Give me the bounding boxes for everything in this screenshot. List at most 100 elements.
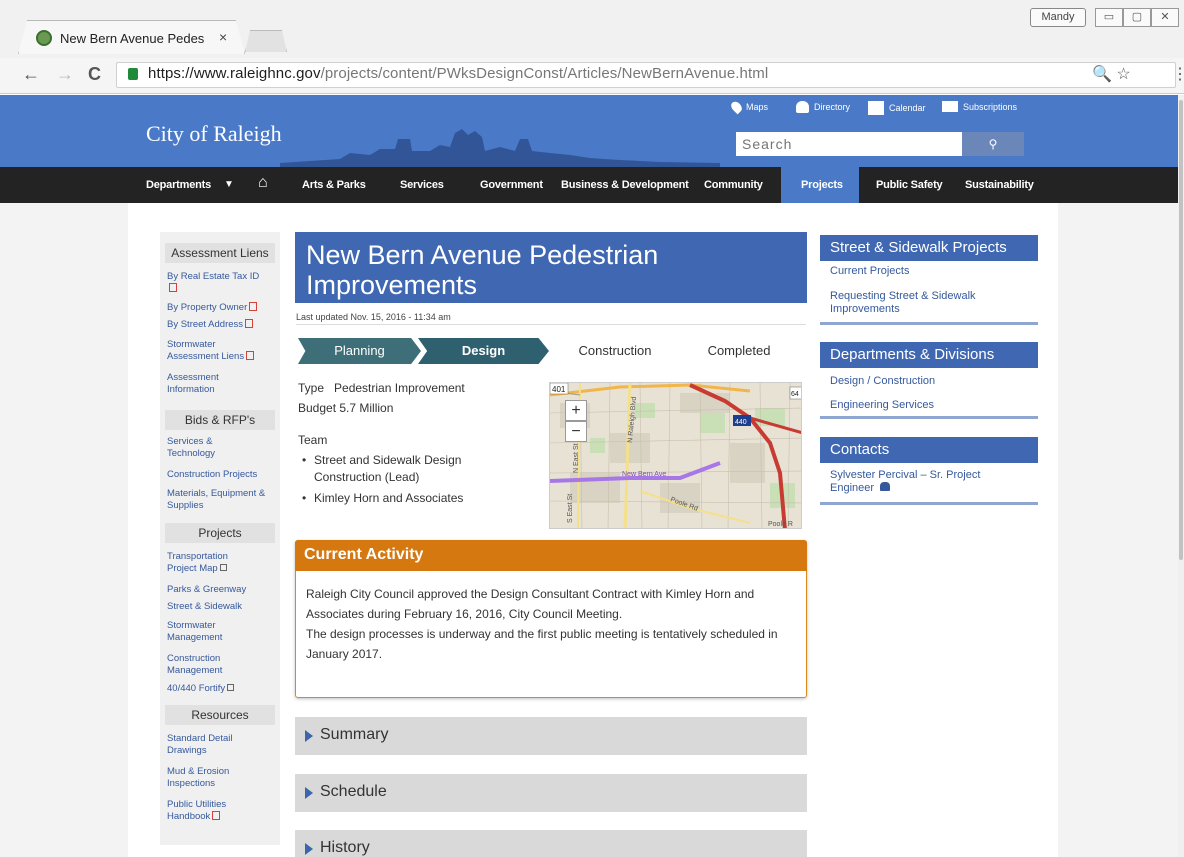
nav-public-safety[interactable]: Public Safety [876,179,943,191]
person-icon [880,482,891,491]
map-label: N East St [573,443,580,473]
maps-link[interactable]: Maps [729,99,768,115]
sidebar-link-utilities-handbook[interactable]: Public Utilities Handbook [167,799,247,823]
contact-link[interactable]: Sylvester Percival – Sr. Project Enginee… [830,469,1010,495]
calendar-link[interactable]: Calendar [868,101,926,115]
accordion-history[interactable] [295,830,807,857]
calendar-icon [868,101,884,115]
current-projects-link[interactable]: Current Projects [830,265,1030,278]
site-search-input[interactable] [736,132,962,156]
map-label: Poole R [768,521,793,528]
activity-paragraph: The design processes is underway and the… [306,627,778,661]
home-icon[interactable]: ⌂ [258,174,268,192]
team-member: Kimley Horn and Associates [302,490,504,507]
subscriptions-link[interactable]: Subscriptions [942,101,1017,112]
url-text[interactable]: https://www.raleighnc.gov/projects/conte… [148,65,768,82]
pdf-icon [245,319,254,328]
section-divider [820,322,1038,325]
minimize-button[interactable]: ▭ [1095,8,1123,27]
sidebar-heading-assessment-liens: Assessment Liens [165,243,275,263]
engineering-services-link[interactable]: Engineering Services [830,399,1030,412]
nav-community[interactable]: Community [704,179,763,191]
sidebar-link-stormwater-mgmt[interactable]: Stormwater Management [167,620,242,644]
sidebar-link-tax-id[interactable]: By Real Estate Tax ID [167,271,267,295]
sidebar-link-mud-erosion[interactable]: Mud & Erosion Inspections [167,766,247,790]
map-zoom-out-button[interactable]: − [565,421,587,442]
sidebar-link-parks-greenway[interactable]: Parks & Greenway [167,584,277,596]
profile-button[interactable]: Mandy [1030,8,1086,27]
sidebar-link-street-sidewalk[interactable]: Street & Sidewalk [167,601,277,613]
map-zoom-in-button[interactable]: + [565,400,587,421]
step-planning: Planning [298,338,421,364]
map-label: 64 [791,391,799,398]
type-value: Pedestrian Improvement [334,381,465,395]
map-label: 401 [552,385,566,394]
browser-menu-icon[interactable]: ⋮ [1172,64,1184,84]
nav-services[interactable]: Services [400,179,444,191]
project-type: Type Pedestrian Improvement [298,381,465,395]
close-window-button[interactable]: ✕ [1151,8,1179,27]
pdf-icon [212,811,221,820]
contact-name: Sylvester Percival – Sr. Project Enginee… [830,469,981,494]
back-icon[interactable]: ← [22,64,40,85]
sidebar-link-assessment-info[interactable]: Assessment Information [167,372,237,396]
url-path: /projects/content/PWksDesignConst/Articl… [320,65,769,82]
person-icon [796,101,809,113]
step-completed: Completed [680,338,798,364]
nav-business-development[interactable]: Business & Development [561,179,689,191]
requesting-improvements-link[interactable]: Requesting Street & Sidewalk Improvement… [830,290,1030,316]
sidebar-link-transportation-map[interactable]: Transportation Project Map [167,551,247,575]
nav-arts-parks[interactable]: Arts & Parks [302,179,366,191]
sidebar-link-property-owner[interactable]: By Property Owner [167,302,277,314]
sidebar-link-services-tech[interactable]: Services & Technology [167,436,237,460]
skyline-graphic [280,129,720,167]
nav-government[interactable]: Government [480,179,543,191]
window-controls: ▭ ▢ ✕ [1095,8,1179,27]
sidebar-link-standard-drawings[interactable]: Standard Detail Drawings [167,733,247,757]
current-activity-title: Current Activity [304,546,424,563]
forward-icon[interactable]: → [56,64,74,85]
sidebar-link-label: Stormwater Assessment Liens [167,339,245,362]
zoom-star-icons[interactable]: 🔍 ☆ [1092,64,1131,84]
sidebar-link-label: By Street Address [167,319,244,330]
accordion-label: History [320,839,370,856]
sidebar-link-label: By Property Owner [167,302,248,313]
directory-link[interactable]: Directory [796,101,850,113]
activity-paragraph: Raleigh City Council approved the Design… [306,587,755,621]
url-host: https://www.raleighnc.gov [148,65,321,82]
tab-title: New Bern Avenue Pedes [60,30,205,46]
pdf-icon [249,302,258,311]
sidebar-link-materials[interactable]: Materials, Equipment & Supplies [167,488,272,512]
directory-label: Directory [814,102,851,112]
team-member: Street and Sidewalk Design Construction … [302,452,504,486]
caret-right-icon [305,843,313,855]
search-icon: ⚲ [988,137,998,151]
search-button[interactable]: ⚲ [962,132,1024,156]
caret-right-icon [305,730,313,742]
sidebar-link-street-address[interactable]: By Street Address [167,319,277,331]
sidebar-link-stormwater-liens[interactable]: Stormwater Assessment Liens [167,339,257,363]
new-tab-button[interactable] [245,30,287,52]
design-construction-link[interactable]: Design / Construction [830,375,1030,388]
reload-icon[interactable]: C [88,64,101,85]
external-link-icon [227,684,235,691]
chevron-down-icon[interactable]: ▼ [224,179,234,190]
sidebar-link-construction-mgmt[interactable]: Construction Management [167,653,242,677]
departments-divisions-heading: Departments & Divisions [820,342,1038,368]
site-logo[interactable]: City of Raleigh [146,121,282,147]
current-activity-body: Raleigh City Council approved the Design… [306,584,801,664]
pdf-icon [169,283,177,292]
envelope-icon [942,101,958,112]
scrollbar-thumb[interactable] [1179,100,1183,560]
nav-departments[interactable]: Departments [146,179,211,191]
nav-projects[interactable]: Projects [801,179,843,191]
step-construction: Construction [550,338,680,364]
project-budget: Budget 5.7 Million [298,401,394,415]
lock-icon [128,68,138,80]
sidebar-link-construction-projects[interactable]: Construction Projects [167,469,277,481]
tab-close-icon[interactable]: × [219,29,227,45]
nav-sustainability[interactable]: Sustainability [965,179,1034,191]
sidebar-heading-projects: Projects [165,523,275,543]
sidebar-link-fortify[interactable]: 40/440 Fortify [167,683,277,695]
maximize-button[interactable]: ▢ [1123,8,1151,27]
